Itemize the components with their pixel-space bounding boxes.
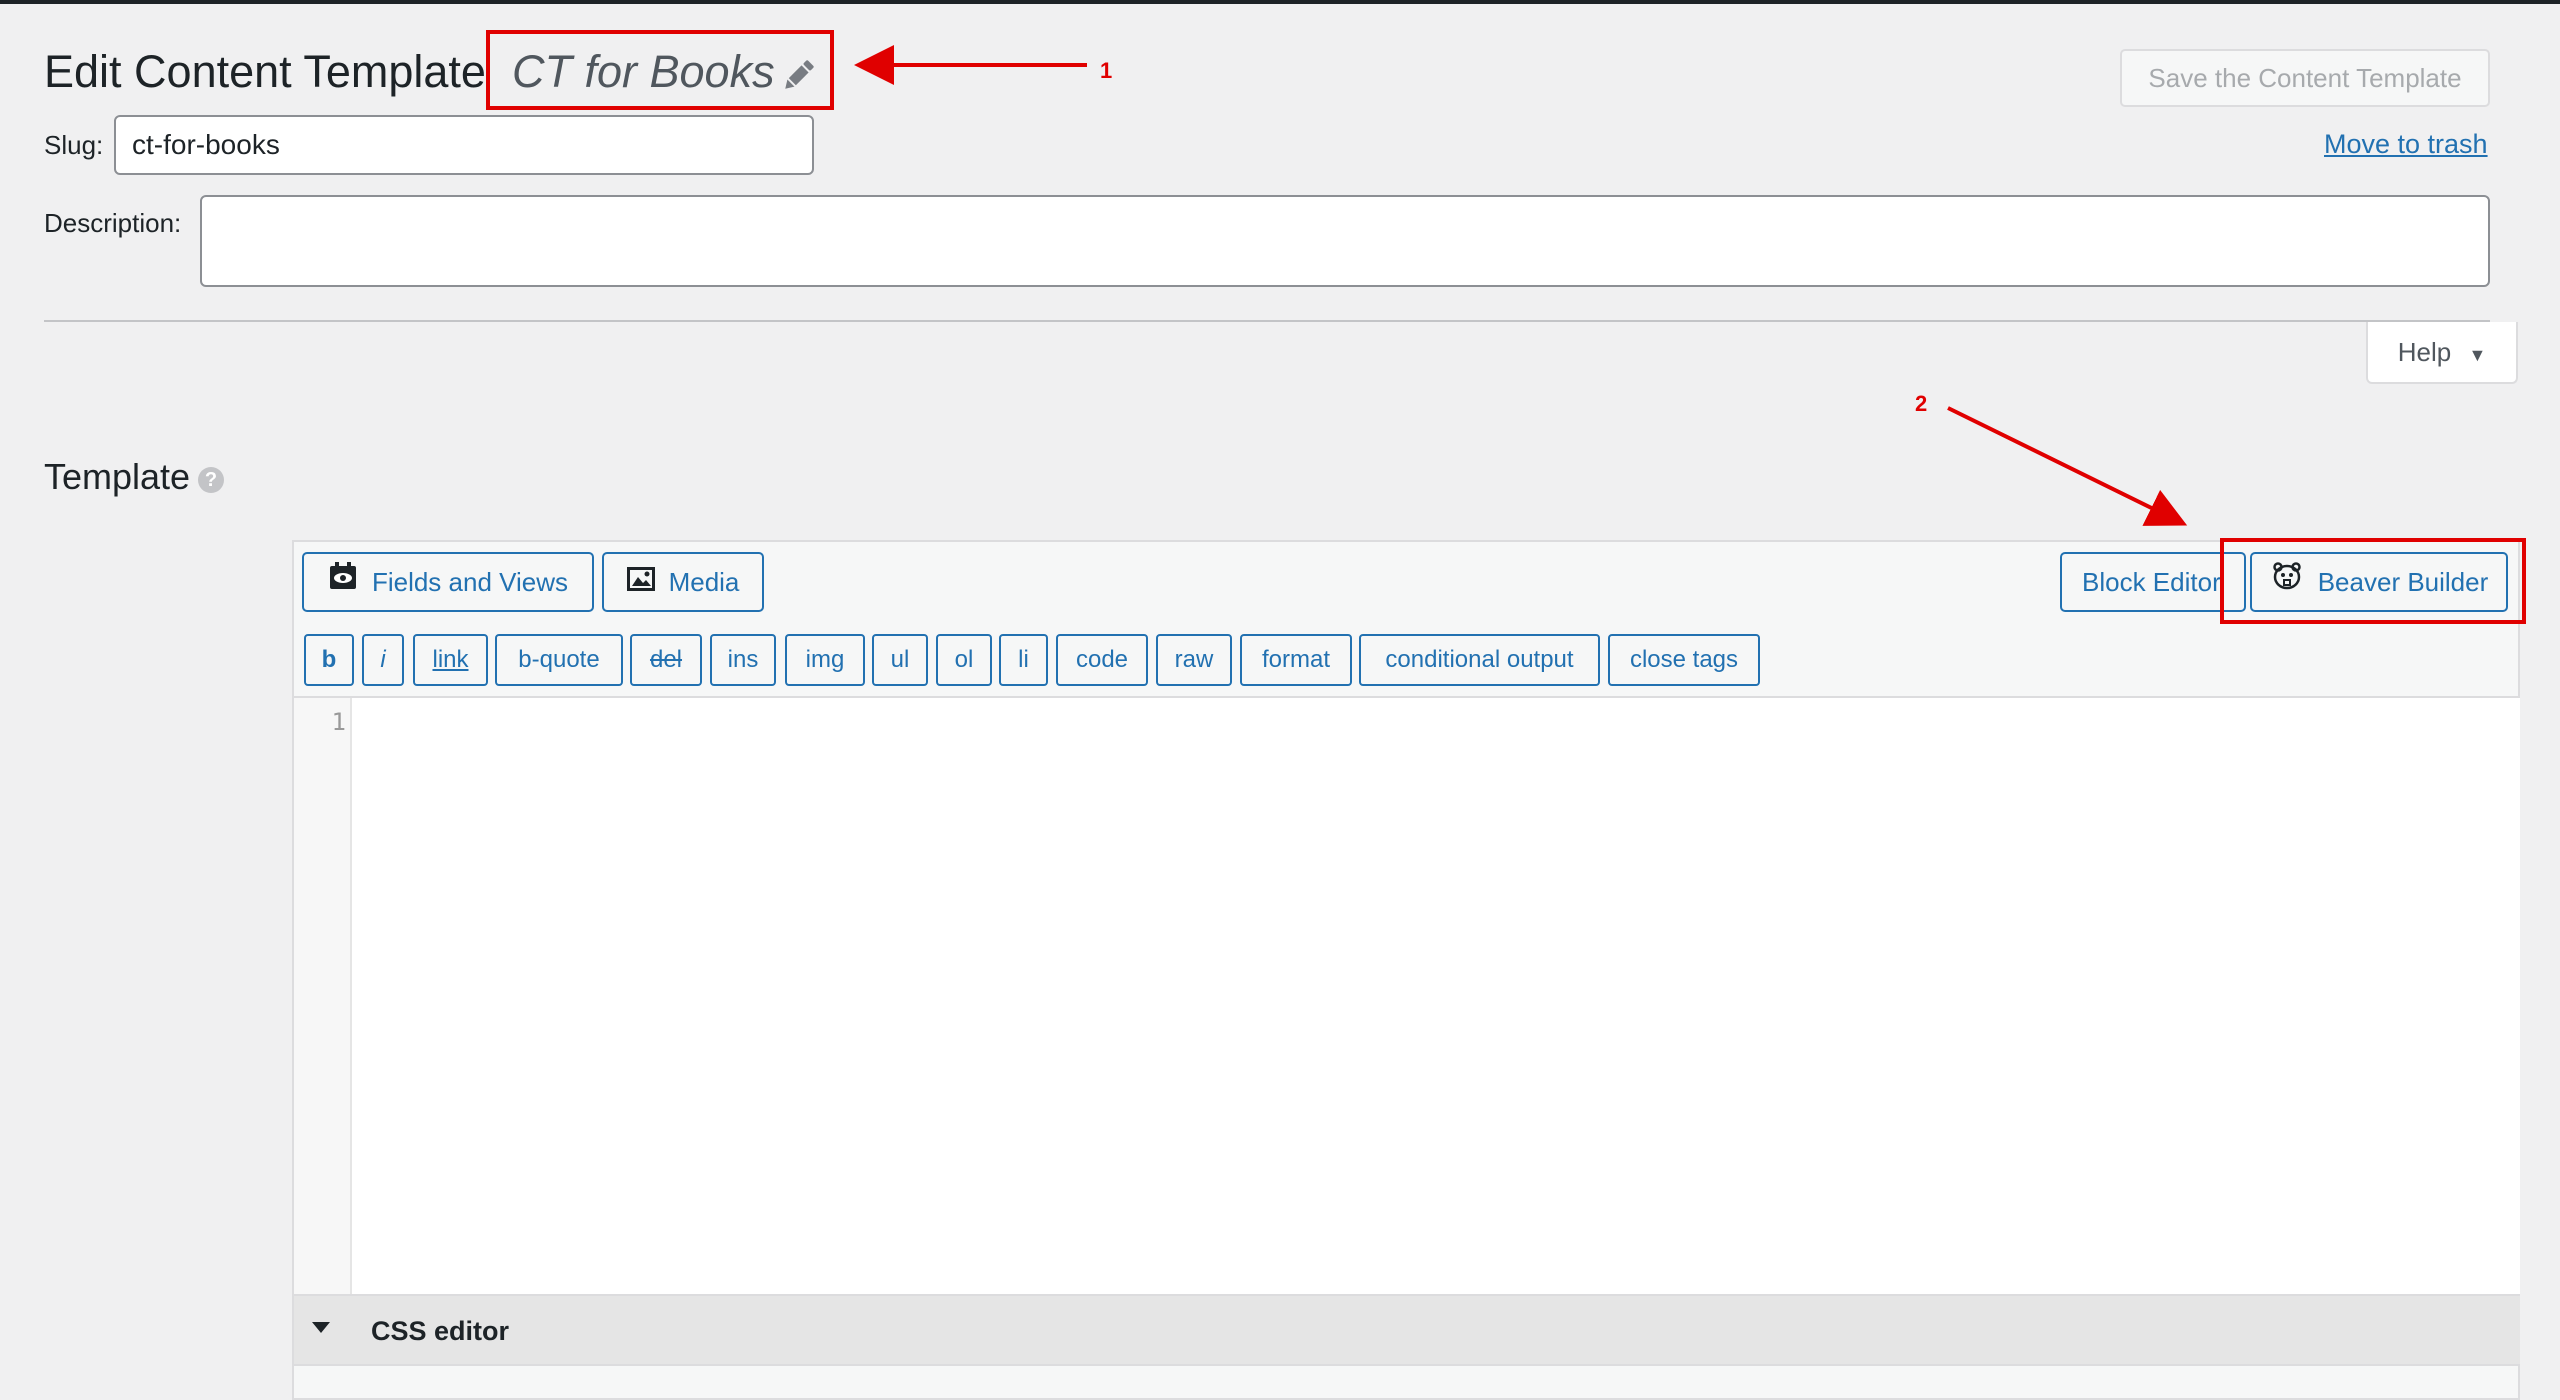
annotation-arrows	[854, 45, 2188, 526]
annotation-number-2: 2	[1915, 391, 1928, 416]
annotation-number-1: 1	[1100, 58, 1113, 83]
annotation-arrow-2	[1947, 406, 2188, 526]
